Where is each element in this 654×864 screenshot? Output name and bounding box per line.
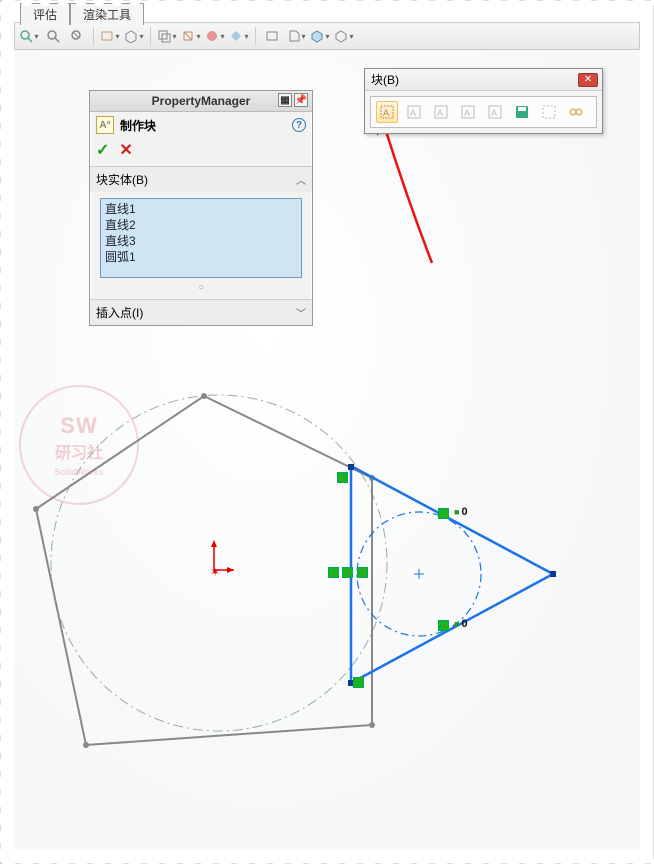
sketch-relation-handle[interactable] bbox=[328, 567, 339, 578]
pm-confirm-row: ✓ ✕ bbox=[90, 138, 312, 166]
toolbar-separator bbox=[255, 27, 256, 45]
tab-evaluate[interactable]: 评估 bbox=[20, 3, 70, 25]
sketch-relation-handle[interactable] bbox=[342, 567, 353, 578]
section-view-icon[interactable] bbox=[100, 26, 120, 46]
pm-pin-icon[interactable]: 📌 bbox=[294, 93, 308, 107]
chevron-down-icon: ﹀ bbox=[296, 305, 306, 320]
appearance-icon[interactable] bbox=[205, 26, 225, 46]
save-block-icon[interactable] bbox=[511, 101, 533, 123]
rebuild-block-icon[interactable]: A bbox=[484, 101, 506, 123]
pm-group-entities-label: 块实体(B) bbox=[96, 171, 148, 188]
property-manager-panel: PropertyManager ▦ 📌 A° 制作块 ? ✓ ✕ 块实体(B) … bbox=[89, 90, 313, 326]
make-block-icon: A° bbox=[96, 116, 114, 134]
explode-block-icon[interactable] bbox=[538, 101, 560, 123]
block-toolbar-titlebar[interactable]: 块(B) ✕ bbox=[365, 69, 602, 91]
sketch-relation-handle[interactable] bbox=[438, 620, 449, 631]
zoom-fit-icon[interactable] bbox=[19, 26, 39, 46]
svg-text:A: A bbox=[410, 108, 416, 118]
svg-text:A: A bbox=[437, 108, 443, 118]
pm-layout-icon[interactable]: ▦ bbox=[278, 93, 292, 107]
block-toolbar-title: 块(B) bbox=[371, 71, 399, 88]
list-item[interactable]: 直线1 bbox=[105, 201, 297, 217]
tab-render-tools[interactable]: 渲染工具 bbox=[70, 3, 144, 25]
property-manager-title: PropertyManager ▦ 📌 bbox=[90, 91, 312, 112]
annotation-view-icon[interactable] bbox=[286, 26, 306, 46]
orientation-icon[interactable] bbox=[124, 26, 144, 46]
zoom-area-icon[interactable] bbox=[43, 26, 63, 46]
sketch-relation-handle[interactable] bbox=[353, 677, 364, 688]
graphics-canvas[interactable]: SW 研习社 SolidWorks ✶ bbox=[14, 50, 640, 850]
toolbar-separator bbox=[150, 27, 151, 45]
pm-group-insert-point-label: 插入点(I) bbox=[96, 304, 143, 321]
pm-feature-name: 制作块 bbox=[120, 117, 156, 134]
dimension-label: 0 bbox=[454, 506, 468, 518]
display-style-icon[interactable] bbox=[157, 26, 177, 46]
help-icon[interactable]: ? bbox=[292, 118, 306, 132]
block-entities-list[interactable]: 直线1 直线2 直线3 圆弧1 bbox=[100, 198, 302, 278]
dimension-label: 0 bbox=[454, 618, 468, 630]
addremove-block-icon[interactable]: A bbox=[457, 101, 479, 123]
toolbar-separator bbox=[93, 27, 94, 45]
pm-feature-row: A° 制作块 ? bbox=[90, 112, 312, 138]
pm-group-entities-header[interactable]: 块实体(B) ︿ bbox=[90, 166, 312, 192]
block-toolbar-popup: 块(B) ✕ A A A A A bbox=[364, 68, 603, 134]
ok-button[interactable]: ✓ bbox=[96, 140, 109, 160]
svg-text:A: A bbox=[491, 108, 497, 118]
cancel-button[interactable]: ✕ bbox=[119, 140, 132, 160]
belt-chain-icon[interactable] bbox=[565, 101, 587, 123]
sketch-relation-handle[interactable] bbox=[438, 508, 449, 519]
chevron-up-icon: ︿ bbox=[296, 172, 306, 187]
render-tool2-icon[interactable] bbox=[334, 26, 354, 46]
list-item[interactable]: 直线2 bbox=[105, 217, 297, 233]
render-tool-icon[interactable] bbox=[310, 26, 330, 46]
list-item[interactable]: 直线3 bbox=[105, 233, 297, 249]
resize-grip-icon[interactable]: ○ bbox=[90, 282, 312, 293]
svg-text:A: A bbox=[383, 108, 389, 118]
sketch-relation-handle[interactable] bbox=[337, 472, 348, 483]
prev-view-icon[interactable] bbox=[67, 26, 87, 46]
pm-group-insert-point-header[interactable]: 插入点(I) ﹀ bbox=[90, 299, 312, 325]
insert-block-icon[interactable]: A bbox=[430, 101, 452, 123]
hide-show-icon[interactable] bbox=[181, 26, 201, 46]
svg-text:A: A bbox=[464, 108, 470, 118]
view-settings-icon[interactable] bbox=[262, 26, 282, 46]
close-icon[interactable]: ✕ bbox=[578, 73, 598, 87]
edit-block-icon[interactable]: A bbox=[403, 101, 425, 123]
make-block-icon[interactable]: A bbox=[376, 101, 398, 123]
property-manager-title-text: PropertyManager bbox=[152, 94, 251, 108]
scene-icon[interactable] bbox=[229, 26, 249, 46]
sketch-relation-handle[interactable] bbox=[357, 567, 368, 578]
block-toolbar-row: A A A A A bbox=[370, 96, 597, 128]
command-tabs: 评估 渲染工具 bbox=[20, 2, 144, 24]
list-item[interactable]: 圆弧1 bbox=[105, 249, 297, 265]
view-toolbar bbox=[14, 22, 640, 50]
